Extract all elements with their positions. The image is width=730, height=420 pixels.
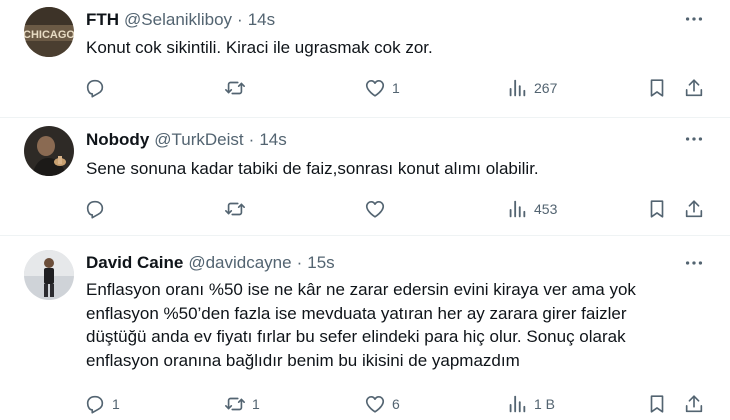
avatar-logo-text: CHICAGO — [24, 29, 74, 41]
author-name[interactable]: David Caine — [86, 251, 183, 275]
view-count: 267 — [534, 80, 558, 96]
tweet-text: Sene sonuna kadar tabiki de faiz,sonrası… — [86, 159, 539, 178]
avatar[interactable] — [24, 250, 74, 300]
timestamp[interactable]: 15s — [307, 251, 334, 275]
like-count: 1 — [392, 80, 400, 96]
more-options-button[interactable] — [682, 129, 706, 149]
like-button[interactable]: 6 — [364, 392, 400, 416]
retweet-button[interactable] — [224, 76, 252, 100]
more-icon — [685, 17, 703, 21]
tweet[interactable]: Nobody @TurkDeist · 14s Sene sonuna kada… — [0, 118, 730, 236]
avatar[interactable] — [24, 126, 74, 176]
author-handle[interactable]: @Selanikliboy — [124, 8, 232, 32]
tweet-text-line: enflasyon oranına bağlıdır benim bu ikis… — [86, 350, 520, 370]
view-count: 453 — [534, 201, 558, 217]
share-icon — [685, 79, 703, 97]
share-button[interactable] — [683, 392, 705, 416]
author-name[interactable]: Nobody — [86, 128, 149, 152]
retweet-button[interactable]: 1 — [224, 392, 260, 416]
retweet-icon — [225, 397, 245, 411]
timestamp[interactable]: 14s — [248, 8, 275, 32]
separator-dot: · — [296, 253, 303, 272]
more-options-button[interactable] — [682, 253, 706, 273]
share-icon — [685, 200, 703, 218]
reply-button[interactable]: 1 — [84, 392, 120, 416]
reply-icon — [86, 200, 104, 219]
bookmark-button[interactable] — [646, 197, 668, 221]
views-icon — [509, 79, 526, 97]
like-button[interactable]: 1 — [364, 76, 400, 100]
separator-dot: · — [237, 10, 243, 29]
views-button[interactable]: 267 — [506, 76, 557, 100]
tweet-text-line: Enflasyon oranı %50 ise ne kâr ne zarar … — [86, 280, 636, 299]
heart-icon — [365, 80, 385, 97]
reply-button[interactable] — [84, 76, 112, 100]
more-icon — [685, 261, 703, 265]
reply-icon — [86, 79, 104, 98]
tweet-text: Enflasyon oranı %50 ise ne kâr ne zarar … — [86, 278, 686, 372]
separator-dot: · — [248, 130, 255, 149]
retweet-icon — [225, 202, 245, 216]
author-name[interactable]: FTH — [86, 8, 119, 32]
bookmark-button[interactable] — [646, 76, 668, 100]
retweet-count: 1 — [252, 396, 260, 412]
views-icon — [509, 200, 526, 218]
reply-icon — [86, 395, 104, 414]
views-button[interactable]: 453 — [506, 197, 557, 221]
tweet-text-line: enflasyon %50’den fazla ise mevduata yat… — [86, 303, 627, 323]
bookmark-button[interactable] — [646, 392, 668, 416]
timestamp[interactable]: 14s — [259, 128, 286, 152]
share-icon — [685, 395, 703, 413]
reply-count: 1 — [112, 396, 120, 412]
bookmark-icon — [650, 395, 664, 413]
heart-icon — [365, 396, 385, 413]
avatar[interactable]: CHICAGO — [24, 7, 74, 57]
tweet-text: Konut cok sikintili. Kiraci ile ugrasmak… — [86, 38, 433, 57]
view-count: 1 B — [534, 396, 556, 412]
bookmark-icon — [650, 79, 664, 97]
more-options-button[interactable] — [682, 9, 706, 29]
author-handle[interactable]: @TurkDeist — [154, 128, 243, 152]
tweet[interactable]: CHICAGO FTH @Selanikliboy · 14s Konut co… — [0, 0, 730, 118]
more-icon — [685, 137, 703, 141]
retweet-button[interactable] — [224, 197, 252, 221]
reply-button[interactable] — [84, 197, 112, 221]
like-count: 6 — [392, 396, 400, 412]
share-button[interactable] — [683, 197, 705, 221]
author-handle[interactable]: @davidcayne — [188, 251, 291, 275]
views-button[interactable]: 1 B — [506, 392, 555, 416]
tweet[interactable]: David Caine @davidcayne · 15s Enflasyon … — [0, 236, 730, 420]
tweet-text-line: düştüğü anda ev fiyatı fırlar bu sefer e… — [86, 327, 626, 346]
bookmark-icon — [650, 200, 664, 218]
views-icon — [509, 395, 526, 413]
retweet-icon — [225, 81, 245, 95]
share-button[interactable] — [683, 76, 705, 100]
like-button[interactable] — [364, 197, 392, 221]
heart-icon — [365, 201, 385, 218]
